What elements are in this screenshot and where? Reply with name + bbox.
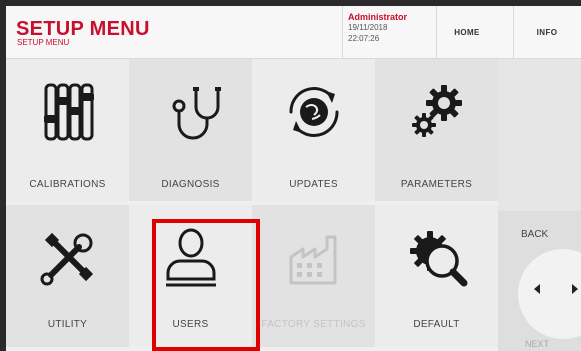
breadcrumb: SETUP MENU xyxy=(17,38,70,47)
tile-label: FACTORY SETTINGS xyxy=(261,319,366,330)
gears-icon xyxy=(375,77,498,147)
gear-magnifier-icon xyxy=(375,223,498,293)
header-bar: SETUP MENU SETUP MENU Administrator 19/1… xyxy=(6,6,581,59)
tile-label: DEFAULT xyxy=(413,319,460,330)
back-button[interactable]: BACK xyxy=(521,229,548,240)
tools-icon xyxy=(6,223,129,293)
info-button[interactable]: INFO xyxy=(513,6,581,58)
tile-label: PARAMETERS xyxy=(400,179,473,190)
header-divider xyxy=(342,6,343,58)
tile-label: CALIBRATIONS xyxy=(29,179,106,190)
calibrations-icon xyxy=(6,77,129,147)
tile-factory-settings: FACTORY SETTINGS xyxy=(252,205,375,347)
stethoscope-icon xyxy=(129,77,252,147)
factory-icon xyxy=(252,223,375,293)
user-info: Administrator 19/11/2018 22:07:26 xyxy=(348,12,436,44)
arrow-left-icon[interactable] xyxy=(534,284,540,294)
side-panel-blank xyxy=(498,59,581,211)
tile-label: UPDATES xyxy=(289,179,338,190)
navigation-panel: BACK NEXT xyxy=(498,59,581,351)
tile-calibrations[interactable]: CALIBRATIONS xyxy=(6,59,129,201)
user-date: 19/11/2018 xyxy=(348,23,388,32)
tile-default[interactable]: DEFAULT xyxy=(375,205,498,347)
tile-updates[interactable]: UPDATES xyxy=(252,59,375,201)
updates-globe-icon xyxy=(252,77,375,147)
tile-diagnosis[interactable]: DIAGNOSIS xyxy=(129,59,252,201)
setup-screen: SETUP MENU SETUP MENU Administrator 19/1… xyxy=(6,6,581,351)
tile-label: DIAGNOSIS xyxy=(161,179,220,190)
user-name: Administrator xyxy=(348,12,408,22)
home-button[interactable]: HOME xyxy=(436,6,498,58)
tile-parameters[interactable]: PARAMETERS xyxy=(375,59,498,201)
page-navigator[interactable] xyxy=(518,249,581,339)
tile-utility[interactable]: UTILITY xyxy=(6,205,129,347)
selection-highlight xyxy=(152,219,260,351)
user-time: 22:07:26 xyxy=(348,34,380,43)
next-button[interactable]: NEXT xyxy=(525,339,549,349)
arrow-right-icon[interactable] xyxy=(572,284,578,294)
tile-label: UTILITY xyxy=(47,319,88,330)
